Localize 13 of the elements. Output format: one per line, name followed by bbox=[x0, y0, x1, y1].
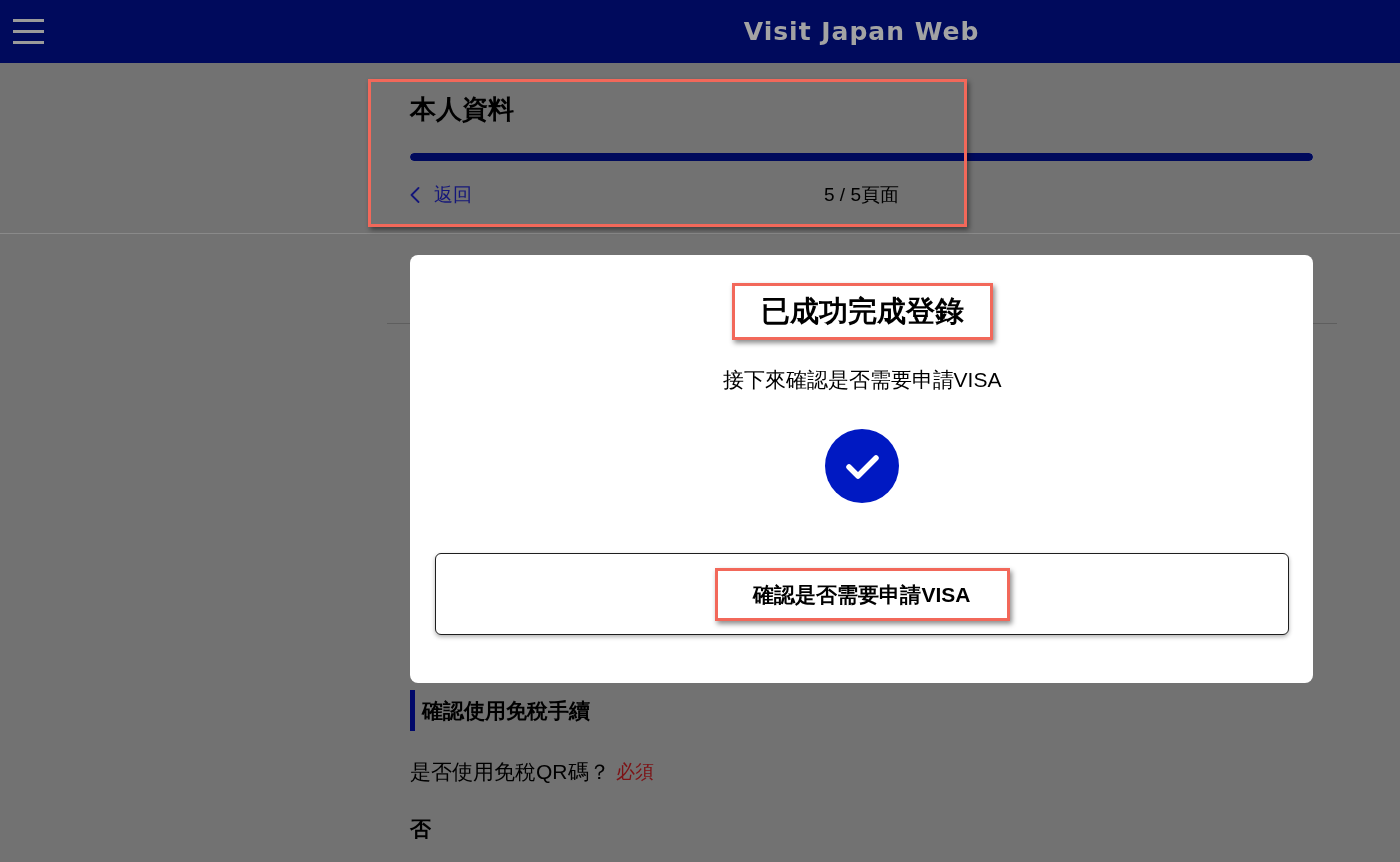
chevron-left-icon bbox=[410, 187, 420, 203]
check-visa-button[interactable]: 確認是否需要申請VISA bbox=[435, 553, 1289, 635]
menu-icon[interactable] bbox=[13, 19, 44, 44]
dialog-message: 接下來確認是否需要申請VISA bbox=[722, 367, 1002, 393]
section-heading: 確認使用免稅手續 bbox=[410, 690, 590, 731]
page-count: 5 / 5頁面 bbox=[824, 183, 899, 207]
dialog-title: 已成功完成登錄 bbox=[760, 294, 964, 329]
required-tag: 必須 bbox=[615, 759, 654, 785]
page-title: 本人資料 bbox=[410, 93, 514, 125]
question-text: 是否使用免稅QR碼？ bbox=[410, 759, 610, 785]
site-title: Visit Japan Web bbox=[743, 16, 980, 47]
check-circle-icon bbox=[825, 429, 899, 503]
answer-text: 否 bbox=[410, 816, 431, 842]
